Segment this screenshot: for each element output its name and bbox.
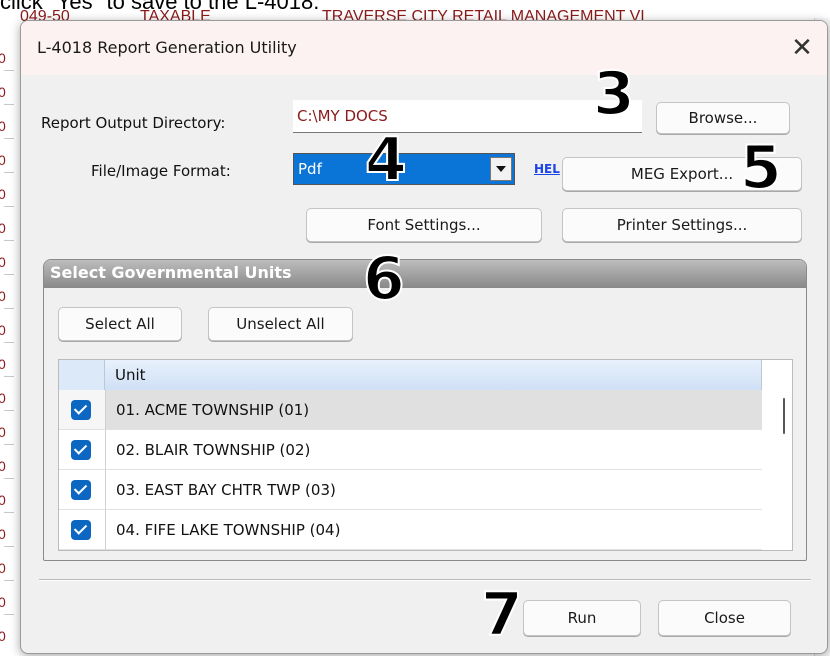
dialog-title: L-4018 Report Generation Utility <box>37 38 297 57</box>
list-scrollbar[interactable] <box>776 360 792 550</box>
browse-button[interactable]: Browse... <box>656 102 790 134</box>
group-title: Select Governmental Units <box>50 263 292 282</box>
list-item[interactable]: 03. EAST BAY CHTR TWP (03) <box>59 470 777 510</box>
run-button[interactable]: Run <box>523 600 641 636</box>
unit-column-header[interactable]: Unit <box>105 360 762 390</box>
file-format-label: File/Image Format: <box>91 162 231 180</box>
unit-name: 01. ACME TOWNSHIP (01) <box>105 390 762 430</box>
checkbox[interactable] <box>71 520 91 540</box>
checkbox[interactable] <box>71 480 91 500</box>
unit-name: 03. EAST BAY CHTR TWP (03) <box>105 470 762 510</box>
footer-divider <box>39 579 811 581</box>
list-item[interactable]: 02. BLAIR TOWNSHIP (02) <box>59 430 777 470</box>
background-left-margin: 0 0 0 0 0 0 0 0 0 0 0 0 0 0 0 0 0 0 <box>0 50 14 656</box>
step-badge-7: 7 <box>480 580 524 650</box>
select-all-button[interactable]: Select All <box>58 307 182 341</box>
unit-name: 02. BLAIR TOWNSHIP (02) <box>105 430 762 470</box>
file-format-value: Pdf <box>298 160 322 178</box>
unselect-all-button[interactable]: Unselect All <box>208 307 353 341</box>
help-link[interactable]: HEL <box>534 162 560 176</box>
step-badge-5: 5 <box>739 133 783 203</box>
output-directory-label: Report Output Directory: <box>41 114 226 132</box>
close-icon[interactable]: ✕ <box>785 31 819 65</box>
output-directory-input[interactable]: C:\MY DOCS <box>293 100 642 133</box>
step-badge-3: 3 <box>592 59 636 129</box>
group-header: Select Governmental Units <box>44 260 806 288</box>
font-settings-button[interactable]: Font Settings... <box>306 208 542 242</box>
unit-name: 04. FIFE LAKE TOWNSHIP (04) <box>105 510 762 550</box>
dialog-titlebar: L-4018 Report Generation Utility ✕ <box>21 21 827 75</box>
scrollbar-thumb[interactable] <box>783 398 785 434</box>
units-list: Unit 01. ACME TOWNSHIP (01) 02. BLAIR TO… <box>58 359 793 551</box>
checkbox[interactable] <box>71 400 91 420</box>
list-header: Unit <box>59 360 777 390</box>
chevron-down-icon[interactable] <box>490 157 512 181</box>
list-item[interactable]: 04. FIFE LAKE TOWNSHIP (04) <box>59 510 777 550</box>
step-badge-4: 4 <box>364 125 408 195</box>
report-generation-dialog: L-4018 Report Generation Utility ✕ Repor… <box>20 20 828 654</box>
checkbox[interactable] <box>71 440 91 460</box>
close-button[interactable]: Close <box>658 600 791 636</box>
step-badge-6: 6 <box>362 244 406 314</box>
list-item[interactable]: 01. ACME TOWNSHIP (01) <box>59 390 777 430</box>
printer-settings-button[interactable]: Printer Settings... <box>562 208 802 242</box>
governmental-units-group: Select Governmental Units Select All Uns… <box>43 259 807 561</box>
header-check-column[interactable] <box>59 360 105 390</box>
